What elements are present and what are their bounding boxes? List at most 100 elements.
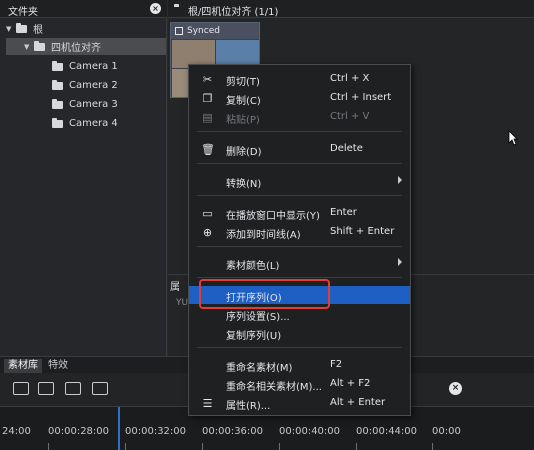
menu-item-label: 属性(R)... [226,401,271,412]
folder-icon [52,98,63,109]
expand-triangle-icon[interactable]: ▼ [24,43,34,51]
settings-icon[interactable] [65,382,81,395]
paste-icon: ▤ [202,111,213,124]
menu-item-label: 重命名相关素材(M)... [226,382,322,393]
ruler-tick [356,443,357,450]
menu-item-rename-related[interactable]: 重命名相关素材(M)... Alt + F2 [189,375,410,393]
folder-icon [52,79,63,90]
annotation-highlight-box [199,279,330,309]
folder-icon [52,117,63,128]
close-icon[interactable]: × [150,3,161,14]
ruler-tick [125,443,126,450]
trash-icon: 🗑 [201,143,215,156]
properties-subtitle: YU [176,298,189,308]
tree-item-four-cam[interactable]: ▼ 四机位对齐 [6,38,166,55]
menu-item-rename-clip[interactable]: 重命名素材(M) F2 [189,356,410,374]
context-menu: ✂ 剪切(T) Ctrl + X ❐ 复制(C) Ctrl + Insert ▤… [188,64,411,416]
tree-item-camera-1[interactable]: Camera 1 [52,58,162,75]
tree-item-label: Camera 3 [69,99,118,110]
menu-item-label: 删除(D) [226,147,262,158]
properties-title: 属 [170,282,180,293]
close-icon[interactable]: × [449,382,462,395]
sequence-icon [175,27,183,35]
menu-item-label: 转换(N) [226,179,262,190]
menu-separator [197,163,402,164]
thumbnail-label: Synced Sequence [171,23,259,52]
folder-icon [52,60,63,71]
ruler-tick [279,443,280,450]
menu-separator [197,195,402,196]
ruler-tick [202,443,203,450]
folder-panel: 文件夹 × ▼ 根 ▼ 四机位对齐 Camera 1 Camera 2 Came… [0,0,167,356]
tree-item-label: Camera 2 [69,80,118,91]
menu-item-properties[interactable]: ☰ 属性(R)... Alt + Enter [189,394,410,412]
menu-item-clip-color[interactable]: 素材颜色(L) [189,254,410,272]
expand-triangle-icon[interactable]: ▼ [6,25,16,33]
scissors-icon: ✂ [202,73,213,86]
breadcrumb: 根/四机位对齐 (1/1) [188,7,279,18]
menu-item-label: 复制序列(U) [226,331,282,342]
menu-item-shortcut: Alt + Enter [330,397,386,408]
menu-item-show-in-player[interactable]: ▭ 在播放窗口中显示(Y) Enter [189,204,410,222]
menu-item-cut[interactable]: ✂ 剪切(T) Ctrl + X [189,70,410,88]
menu-item-label: 素材颜色(L) [226,261,280,272]
submenu-arrow-icon [398,176,402,184]
timecode-label: 00:00:32:00 [125,426,187,437]
ruler-tick [432,443,433,450]
tree-item-label: 根 [33,25,43,36]
tree-item-camera-2[interactable]: Camera 2 [52,77,162,94]
menu-separator [197,277,402,278]
playhead[interactable] [118,407,120,450]
menu-separator [197,246,402,247]
copy-icon: ❐ [202,92,213,105]
keyboard-dropdown-icon[interactable] [92,382,108,395]
menu-item-label: 添加到时间线(A) [226,230,301,241]
keyboard-icon[interactable] [13,382,29,395]
menu-item-shortcut: Alt + F2 [330,378,371,389]
list-icon: ☰ [202,397,213,410]
menu-item-shortcut: F2 [330,359,343,370]
tab-effects[interactable]: 特效 [44,359,72,373]
menu-item-shortcut: Ctrl + V [330,111,370,122]
timecode-label: 00:00:36:00 [202,426,264,437]
timecode-label: 24:00 [2,426,31,437]
tab-library[interactable]: 素材库 [4,359,42,373]
menu-item-copy[interactable]: ❐ 复制(C) Ctrl + Insert [189,89,410,107]
tree-item-label: Camera 1 [69,61,118,72]
tree-item-label: Camera 4 [69,118,118,129]
tree-item-label: 四机位对齐 [51,43,101,54]
folder-panel-title: 文件夹 [8,7,38,18]
menu-item-shortcut: Shift + Enter [330,226,395,237]
timecode-label: 00:00:28:00 [48,426,110,437]
menu-separator [197,131,402,132]
menu-item-add-to-timeline[interactable]: ⊕ 添加到时间线(A) Shift + Enter [189,223,410,241]
submenu-arrow-icon [398,258,402,266]
menu-item-shortcut: Delete [330,143,363,154]
timecode-label: 00:00:40:00 [279,426,341,437]
mixer-icon[interactable] [38,382,54,395]
menu-item-shortcut: Enter [330,207,357,218]
timecode-label: 00:00:44:00 [356,426,418,437]
menu-item-label: 复制(C) [226,96,261,107]
tree-item-camera-3[interactable]: Camera 3 [52,96,162,113]
menu-item-label: 粘贴(P) [226,115,260,126]
timecode-label: 00:00 [432,426,461,437]
menu-item-label: 重命名素材(M) [226,363,293,374]
menu-item-label: 序列设置(S)... [226,312,290,323]
menu-item-shortcut: Ctrl + Insert [330,92,392,103]
folder-icon [16,22,27,33]
menu-item-label: 剪切(T) [226,77,260,88]
ruler-tick [48,443,49,450]
menu-separator [197,347,402,348]
mouse-cursor-icon [508,130,518,146]
tree-item-root[interactable]: ▼ 根 [6,20,166,37]
monitor-icon: ▭ [202,207,213,220]
menu-item-convert[interactable]: 转换(N) [189,172,410,190]
add-timeline-icon: ⊕ [202,226,213,239]
tree-item-camera-4[interactable]: Camera 4 [52,115,162,132]
folder-icon [34,40,45,51]
folder-panel-header: 文件夹 × [0,0,167,18]
menu-item-duplicate-sequence[interactable]: 复制序列(U) [189,324,410,342]
menu-item-label: 在播放窗口中显示(Y) [226,211,320,222]
menu-item-delete[interactable]: 🗑 删除(D) Delete [189,140,410,158]
